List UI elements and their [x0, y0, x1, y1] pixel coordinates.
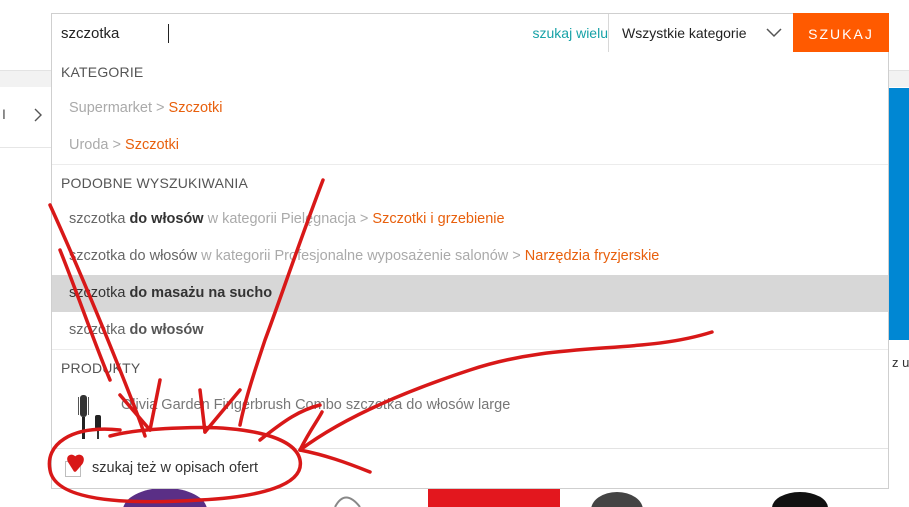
suggestion-category: Szczotki i grzebienie	[372, 211, 505, 227]
category-select[interactable]: Wszystkie kategorie	[608, 14, 793, 52]
chevron-right-icon[interactable]	[33, 106, 43, 124]
search-button[interactable]: SZUKAJ	[793, 13, 889, 53]
category-suggestion[interactable]: Supermarket > Szczotki	[52, 90, 888, 127]
suggestion-completion: do masażu na sucho	[129, 285, 273, 301]
category-child: Szczotki	[125, 137, 180, 153]
product-suggestion[interactable]: Olivia Garden Fingerbrush Combo szczotka…	[52, 387, 888, 447]
search-input[interactable]	[52, 14, 531, 52]
section-divider	[52, 164, 888, 165]
suggestion-category: Narzędzia fryzjerskie	[524, 248, 660, 264]
category-separator: >	[108, 137, 126, 153]
category-parent: Uroda	[69, 137, 109, 153]
section-header-categories: KATEGORIE	[61, 64, 144, 80]
search-suggestions-dropdown: KATEGORIE Supermarket > Szczotki Uroda >…	[51, 52, 889, 489]
product-thumbnail	[78, 395, 101, 439]
suggestion-query: szczotka	[69, 211, 130, 227]
section-header-similar: PODOBNE WYSZUKIWANIA	[61, 175, 249, 191]
suggestion-completion: do włosów	[129, 322, 204, 338]
category-separator: >	[152, 100, 169, 116]
search-bar: szukaj wielu Wszystkie kategorie SZUKAJ	[51, 13, 889, 53]
suggestion-query: szczotka	[69, 285, 130, 301]
text-caret	[168, 24, 169, 43]
category-suggestion[interactable]: Uroda > Szczotki	[52, 127, 888, 164]
section-divider	[52, 349, 888, 350]
suggestion-query: szczotka do włosów	[69, 248, 198, 264]
search-descriptions-checkbox[interactable]	[65, 461, 81, 477]
suggestion-query: szczotka	[69, 322, 130, 338]
section-header-products: PRODUKTY	[61, 360, 141, 376]
search-many-link[interactable]: szukaj wielu	[523, 14, 614, 52]
dropdown-footer: szukaj też w opisach ofert	[52, 448, 888, 488]
suggestion-context: w kategorii Profesjonalne wyposażenie sa…	[197, 248, 525, 264]
suggestion-context: w kategorii Pielęgnacja >	[203, 211, 373, 227]
search-descriptions-label[interactable]: szukaj też w opisach ofert	[92, 460, 258, 476]
suggestion-completion: do włosów	[129, 211, 204, 227]
chevron-down-icon	[766, 28, 782, 38]
similar-search-suggestion[interactable]: szczotka do włosów	[52, 312, 888, 349]
product-name: Olivia Garden Fingerbrush Combo szczotka…	[121, 397, 511, 413]
category-parent: Supermarket	[69, 100, 153, 116]
promo-banner-fragment[interactable]	[888, 88, 909, 340]
similar-search-suggestion[interactable]: szczotka do włosów w kategorii Profesjon…	[52, 238, 888, 275]
similar-search-suggestion-highlighted[interactable]: szczotka do masażu na sucho	[52, 275, 888, 312]
side-menu-fragment[interactable]	[0, 87, 52, 148]
promo-text-fragment: z u	[892, 355, 909, 370]
category-child: Szczotki	[168, 100, 223, 116]
side-menu-fragment-text: I	[2, 106, 6, 122]
similar-search-suggestion[interactable]: szczotka do włosów w kategorii Pielęgnac…	[52, 201, 888, 238]
category-select-label: Wszystkie kategorie	[622, 25, 747, 41]
